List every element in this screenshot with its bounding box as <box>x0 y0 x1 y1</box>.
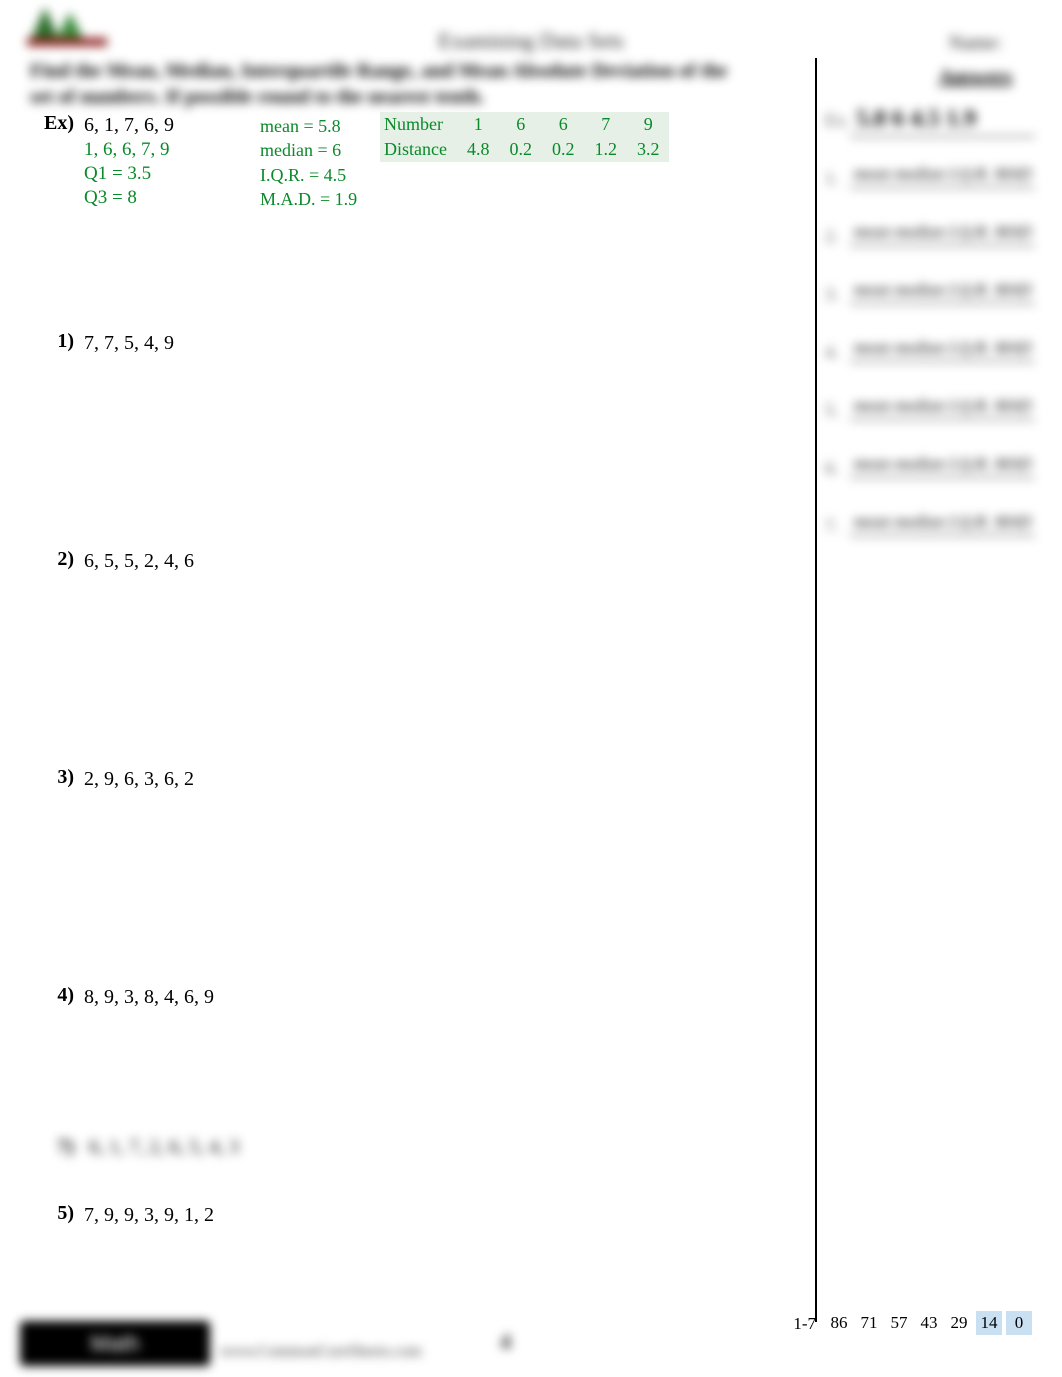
answer-index: Ex. <box>825 110 850 131</box>
problem-4: 4) 8, 9, 3, 8, 4, 6, 9 <box>30 984 790 1104</box>
problem-label: 7) <box>30 1136 74 1159</box>
problem-numbers: 6, 1, 7, 2, 6, 5, 4, 3 <box>89 1136 239 1159</box>
example-q1: Q1 = 3.5 <box>84 162 170 186</box>
answer-value: mean median I.Q.R. MAD <box>850 512 1035 536</box>
table-cell: Distance <box>380 137 457 162</box>
problem-numbers: 8, 9, 3, 8, 4, 6, 9 <box>84 986 214 1009</box>
table-cell: 7 <box>584 112 627 137</box>
problem-1: 1) 7, 7, 5, 4, 9 <box>30 330 790 450</box>
example-iqr: I.Q.R. = 4.5 <box>260 163 357 187</box>
table-row: Number 1 6 6 7 9 <box>380 112 669 137</box>
answers-header: Answers <box>939 66 1012 89</box>
table-cell: 9 <box>627 112 670 137</box>
table-cell: 1 <box>457 112 500 137</box>
table-cell: 0.2 <box>542 137 585 162</box>
problem-label: 3) <box>30 766 74 789</box>
problem-3: 3) 2, 9, 6, 3, 6, 2 <box>30 766 790 886</box>
answer-row: 7. mean median I.Q.R. MAD <box>825 506 1035 564</box>
example-mad: M.A.D. = 1.9 <box>260 187 357 211</box>
answer-row-ex: Ex. 5.8 6 4.5 1.9 <box>825 100 1035 158</box>
answer-index: 2. <box>825 226 839 247</box>
problem-numbers: 7, 9, 9, 3, 9, 1, 2 <box>84 1204 214 1227</box>
answer-index: 6. <box>825 458 839 479</box>
name-label: Name: <box>949 32 1002 55</box>
problem-numbers: 7, 7, 5, 4, 9 <box>84 332 174 355</box>
table-cell: 6 <box>499 112 542 137</box>
footer: Math www.CommonCoreSheets.com 4 <box>20 1321 1042 1371</box>
example-sorted: 1, 6, 6, 7, 9 <box>84 138 170 162</box>
table-cell: 1.2 <box>584 137 627 162</box>
answer-row: 5. mean median I.Q.R. MAD <box>825 390 1035 448</box>
example-mean: mean = 5.8 <box>260 114 357 138</box>
answer-index: 7. <box>825 516 839 537</box>
answer-value: mean median I.Q.R. MAD <box>850 280 1035 304</box>
answer-row: 6. mean median I.Q.R. MAD <box>825 448 1035 506</box>
answer-row: 3. mean median I.Q.R. MAD <box>825 274 1035 332</box>
answer-value: mean median I.Q.R. MAD <box>850 338 1035 362</box>
problem-label: 1) <box>30 330 74 353</box>
problems-area: Ex) 6, 1, 7, 6, 9 1, 6, 6, 7, 9 Q1 = 3.5… <box>30 112 790 1377</box>
answer-value: mean median I.Q.R. MAD <box>850 164 1035 188</box>
answer-index: 3. <box>825 284 839 305</box>
problem-5: 5) 7, 9, 9, 3, 9, 1, 2 <box>30 1202 790 1322</box>
worksheet-page: Examining Data Sets Name: Find the Mean,… <box>0 0 1062 1377</box>
answer-index: 4. <box>825 342 839 363</box>
vertical-divider <box>815 58 817 1322</box>
table-row: Distance 4.8 0.2 0.2 1.2 3.2 <box>380 137 669 162</box>
problem-2: 2) 6, 5, 5, 2, 4, 6 <box>30 548 790 668</box>
table-cell: Number <box>380 112 457 137</box>
problem-numbers: 6, 5, 5, 2, 4, 6 <box>84 550 194 573</box>
footer-logo: Math <box>20 1321 210 1366</box>
answer-row: 2. mean median I.Q.R. MAD <box>825 216 1035 274</box>
table-cell: 4.8 <box>457 137 500 162</box>
header: Examining Data Sets Name: <box>20 0 1042 52</box>
example-q3: Q3 = 8 <box>84 186 170 210</box>
instructions: Find the Mean, Median, Interquartile Ran… <box>30 58 742 110</box>
worksheet-title: Examining Data Sets <box>20 28 1042 54</box>
answer-value: mean median I.Q.R. MAD <box>850 396 1035 420</box>
answer-row: 4. mean median I.Q.R. MAD <box>825 332 1035 390</box>
example-table: Number 1 6 6 7 9 Distance 4.8 0.2 0.2 1.… <box>380 112 669 162</box>
problem-label: 2) <box>30 548 74 571</box>
answer-index: 5. <box>825 400 839 421</box>
table-cell: 6 <box>542 112 585 137</box>
footer-page: 4 <box>500 1329 511 1355</box>
table-cell: 3.2 <box>627 137 670 162</box>
problem-label: 4) <box>30 984 74 1007</box>
example-problem: Ex) 6, 1, 7, 6, 9 1, 6, 6, 7, 9 Q1 = 3.5… <box>30 112 790 232</box>
problem-label: 5) <box>30 1202 74 1225</box>
problem-numbers: 2, 9, 6, 3, 6, 2 <box>84 768 194 791</box>
footer-url: www.CommonCoreSheets.com <box>220 1343 422 1361</box>
answer-value: mean median I.Q.R. MAD <box>850 454 1035 478</box>
example-stats: mean = 5.8 median = 6 I.Q.R. = 4.5 M.A.D… <box>260 114 357 211</box>
answers-column: Ex. 5.8 6 4.5 1.9 1. mean median I.Q.R. … <box>825 100 1035 564</box>
answer-value: 5.8 6 4.5 1.9 <box>850 106 1035 137</box>
example-work: 1, 6, 6, 7, 9 Q1 = 3.5 Q3 = 8 <box>84 138 170 209</box>
table-cell: 0.2 <box>499 137 542 162</box>
problem-numbers: 6, 1, 7, 6, 9 <box>84 114 174 137</box>
answer-row: 1. mean median I.Q.R. MAD <box>825 158 1035 216</box>
problem-7: 7) 6, 1, 7, 2, 6, 5, 4, 3 <box>30 1136 239 1159</box>
example-median: median = 6 <box>260 138 357 162</box>
problem-label: Ex) <box>30 112 74 135</box>
answer-value: mean median I.Q.R. MAD <box>850 222 1035 246</box>
answer-index: 1. <box>825 168 839 189</box>
